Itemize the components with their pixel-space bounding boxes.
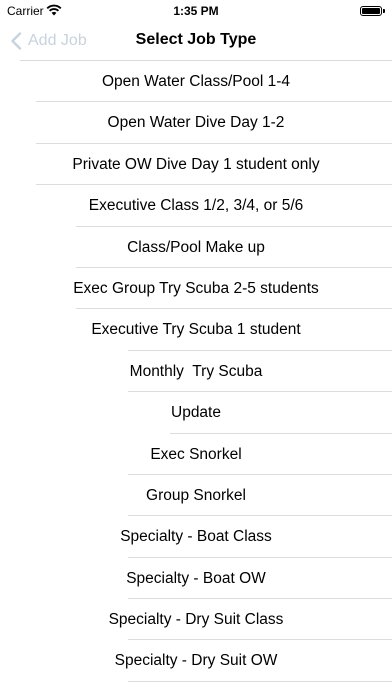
job-type-item[interactable]: Specialty - Boat OW [0, 558, 392, 600]
job-type-item[interactable]: Exec Group Try Scuba 2-5 students [0, 268, 392, 310]
navigation-bar: Add Job Select Job Type [0, 22, 392, 60]
job-type-item[interactable]: Open Water Class/Pool 1-4 [0, 61, 392, 103]
job-type-item[interactable]: Class/Pool Make up [0, 227, 392, 269]
job-type-item[interactable]: Open Water Dive Day 1-2 [0, 102, 392, 145]
job-type-item[interactable]: Executive Try Scuba 1 student [0, 309, 392, 352]
job-type-item[interactable]: Specialty - Boat Class [0, 516, 392, 559]
job-type-list: Open Water Class/Pool 1-4 Open Water Div… [0, 61, 392, 683]
job-type-item[interactable]: Specialty - Dry Suit OW [0, 640, 392, 683]
clock: 1:35 PM [173, 4, 219, 18]
job-type-item[interactable]: Exec Snorkel [0, 434, 392, 476]
battery-level-fill [362, 8, 380, 14]
battery-icon [360, 6, 382, 16]
page-title: Select Job Type [135, 31, 257, 48]
job-type-item[interactable]: Private OW Dive Day 1 student only [0, 144, 392, 186]
status-bar: Carrier 1:35 PM [0, 0, 392, 22]
job-type-item[interactable]: Specialty - Dry Suit Class [0, 599, 392, 641]
job-type-item[interactable]: Monthly Try Scuba [0, 351, 392, 393]
battery-tip [383, 9, 385, 13]
job-type-item[interactable]: Group Snorkel [0, 475, 392, 517]
job-type-item[interactable]: Executive Class 1/2, 3/4, or 5/6 [0, 185, 392, 227]
job-type-item[interactable]: Update [0, 392, 392, 434]
